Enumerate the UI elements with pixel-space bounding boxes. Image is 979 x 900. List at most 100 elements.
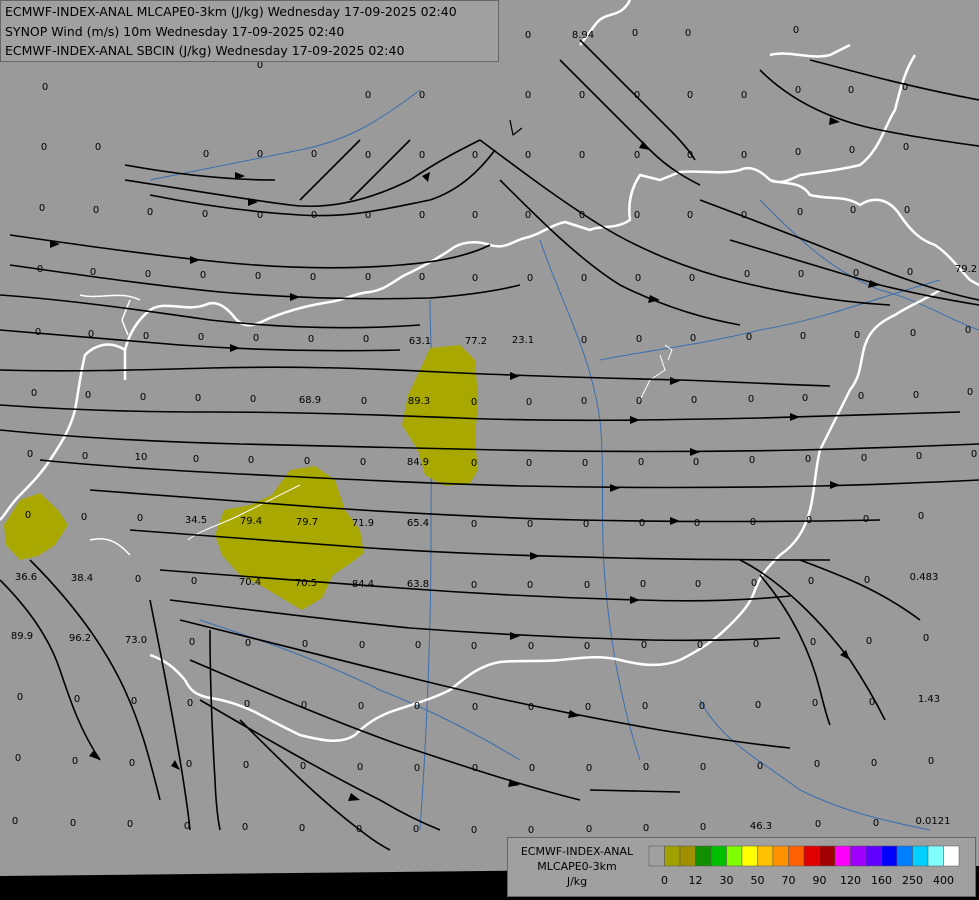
legend-tick-label: 12	[689, 874, 703, 887]
grid-value-label: 0	[365, 210, 371, 221]
grid-value-label: 0	[419, 90, 425, 101]
grid-value-label: 0	[910, 328, 916, 339]
grid-value-label: 0	[965, 325, 971, 336]
weather-map: 0 0 0 8.94 0 0 0 0 0 0 0 0 0 0 0 0 0 0 0 0 0 0 0 0 0 0 0 0 0 0 0 0 0 0 0 0 0…	[0, 0, 979, 900]
grid-value-label: 0	[746, 332, 752, 343]
grid-value-label: 0	[356, 824, 362, 835]
grid-value-label: 0	[95, 142, 101, 153]
legend-swatch	[927, 845, 944, 867]
legend-swatch	[819, 845, 836, 867]
grid-value-label: 0	[635, 273, 641, 284]
grid-value-label: 0	[579, 150, 585, 161]
grid-value-label: 0	[147, 207, 153, 218]
grid-value-label: 0	[311, 210, 317, 221]
grid-value-label: 0	[253, 333, 259, 344]
grid-value-label: 77.2	[465, 336, 487, 347]
grid-value-label: 0	[967, 387, 973, 398]
map-canvas: 0 0 0 8.94 0 0 0 0 0 0 0 0 0 0 0 0 0 0 0 0 0 0 0 0 0 0 0 0 0 0 0 0 0 0 0 0 0…	[0, 0, 979, 900]
grid-value-label: 0	[301, 700, 307, 711]
legend-swatch	[912, 845, 929, 867]
legend-tick-label: 70	[782, 874, 796, 887]
grid-value-label: 0	[869, 697, 875, 708]
grid-value-label: 0	[363, 334, 369, 345]
grid-value-label: 0	[358, 701, 364, 712]
grid-value-label: 0	[586, 824, 592, 835]
legend-swatch	[881, 845, 898, 867]
title-line-cin: ECMWF-INDEX-ANAL SBCIN (J/kg) Wednesday …	[5, 43, 405, 58]
grid-value-label: 0	[187, 698, 193, 709]
grid-value-label: 0	[690, 333, 696, 344]
grid-value-label: 0	[300, 761, 306, 772]
grid-value-label: 0	[873, 818, 879, 829]
grid-value-label: 0	[584, 580, 590, 591]
grid-value-label: 0	[255, 271, 261, 282]
grid-value-label: 0	[634, 90, 640, 101]
grid-value-label: 0	[527, 519, 533, 530]
grid-value-label: 0	[741, 90, 747, 101]
grid-value-label: 0	[850, 205, 856, 216]
grid-value-label: 8.94	[572, 30, 594, 41]
grid-value-label: 0	[195, 393, 201, 404]
grid-value-label: 0	[257, 149, 263, 160]
legend-tick-label: 120	[840, 874, 861, 887]
grid-value-label: 79.2	[955, 264, 977, 275]
grid-value-label: 96.2	[69, 633, 91, 644]
grid-value-label: 70.4	[239, 577, 261, 588]
grid-value-label: 0	[414, 763, 420, 774]
grid-value-label: 0	[15, 753, 21, 764]
grid-value-label: 0	[913, 390, 919, 401]
grid-value-label: 0	[687, 90, 693, 101]
grid-value-label: 0	[528, 641, 534, 652]
grid-value-label: 0	[472, 763, 478, 774]
grid-value-label: 0	[812, 698, 818, 709]
grid-value-label: 84.9	[407, 457, 429, 468]
grid-value-label: 0	[193, 454, 199, 465]
legend-tick-label: 160	[871, 874, 892, 887]
grid-value-label: 89.9	[11, 631, 33, 642]
grid-value-label: 89.3	[408, 396, 430, 407]
grid-value-label: 0	[242, 822, 248, 833]
grid-value-label: 0.0121	[916, 816, 951, 827]
grid-value-label: 0	[365, 272, 371, 283]
grid-value-label: 0	[472, 702, 478, 713]
grid-value-label: 0	[695, 579, 701, 590]
grid-value-label: 0	[916, 451, 922, 462]
grid-value-label: 0	[693, 457, 699, 468]
grid-value-label: 0	[642, 701, 648, 712]
grid-value-label: 0	[82, 451, 88, 462]
grid-value-label: 0	[244, 699, 250, 710]
grid-value-label: 0	[203, 149, 209, 160]
grid-value-label: 0	[527, 273, 533, 284]
grid-value-label: 0	[700, 822, 706, 833]
grid-value-label: 0	[643, 762, 649, 773]
grid-value-label: 0	[849, 145, 855, 156]
legend-tick-label: 90	[813, 874, 827, 887]
grid-value-label: 0	[751, 578, 757, 589]
grid-value-label: 0	[798, 269, 804, 280]
map-title-box: ECMWF-INDEX-ANAL MLCAPE0-3km (J/kg) Wedn…	[0, 0, 499, 62]
legend-tick-label: 250	[902, 874, 923, 887]
grid-value-label: 0	[145, 269, 151, 280]
grid-value-label: 0	[471, 397, 477, 408]
grid-value-label: 0	[902, 82, 908, 93]
grid-value-label: 0	[472, 150, 478, 161]
grid-value-label: 0	[359, 640, 365, 651]
grid-value-label: 0	[31, 388, 37, 399]
grid-value-label: 0	[70, 818, 76, 829]
grid-value-label: 0	[365, 90, 371, 101]
legend-unit: J/kg	[566, 875, 588, 888]
grid-value-label: 0	[360, 457, 366, 468]
grid-value-label: 0	[250, 394, 256, 405]
grid-value-label: 0	[304, 456, 310, 467]
legend-tick-label: 0	[661, 874, 668, 887]
grid-value-label: 10	[135, 452, 148, 463]
grid-value-label: 0	[700, 762, 706, 773]
legend-swatch	[896, 845, 913, 867]
legend-swatch	[803, 845, 820, 867]
grid-value-label: 0	[636, 334, 642, 345]
grid-value-label: 0	[918, 511, 924, 522]
legend-swatch	[757, 845, 774, 867]
grid-value-label: 0	[806, 515, 812, 526]
legend-title-line2: MLCAPE0-3km	[537, 860, 617, 873]
grid-value-label: 0	[472, 273, 478, 284]
